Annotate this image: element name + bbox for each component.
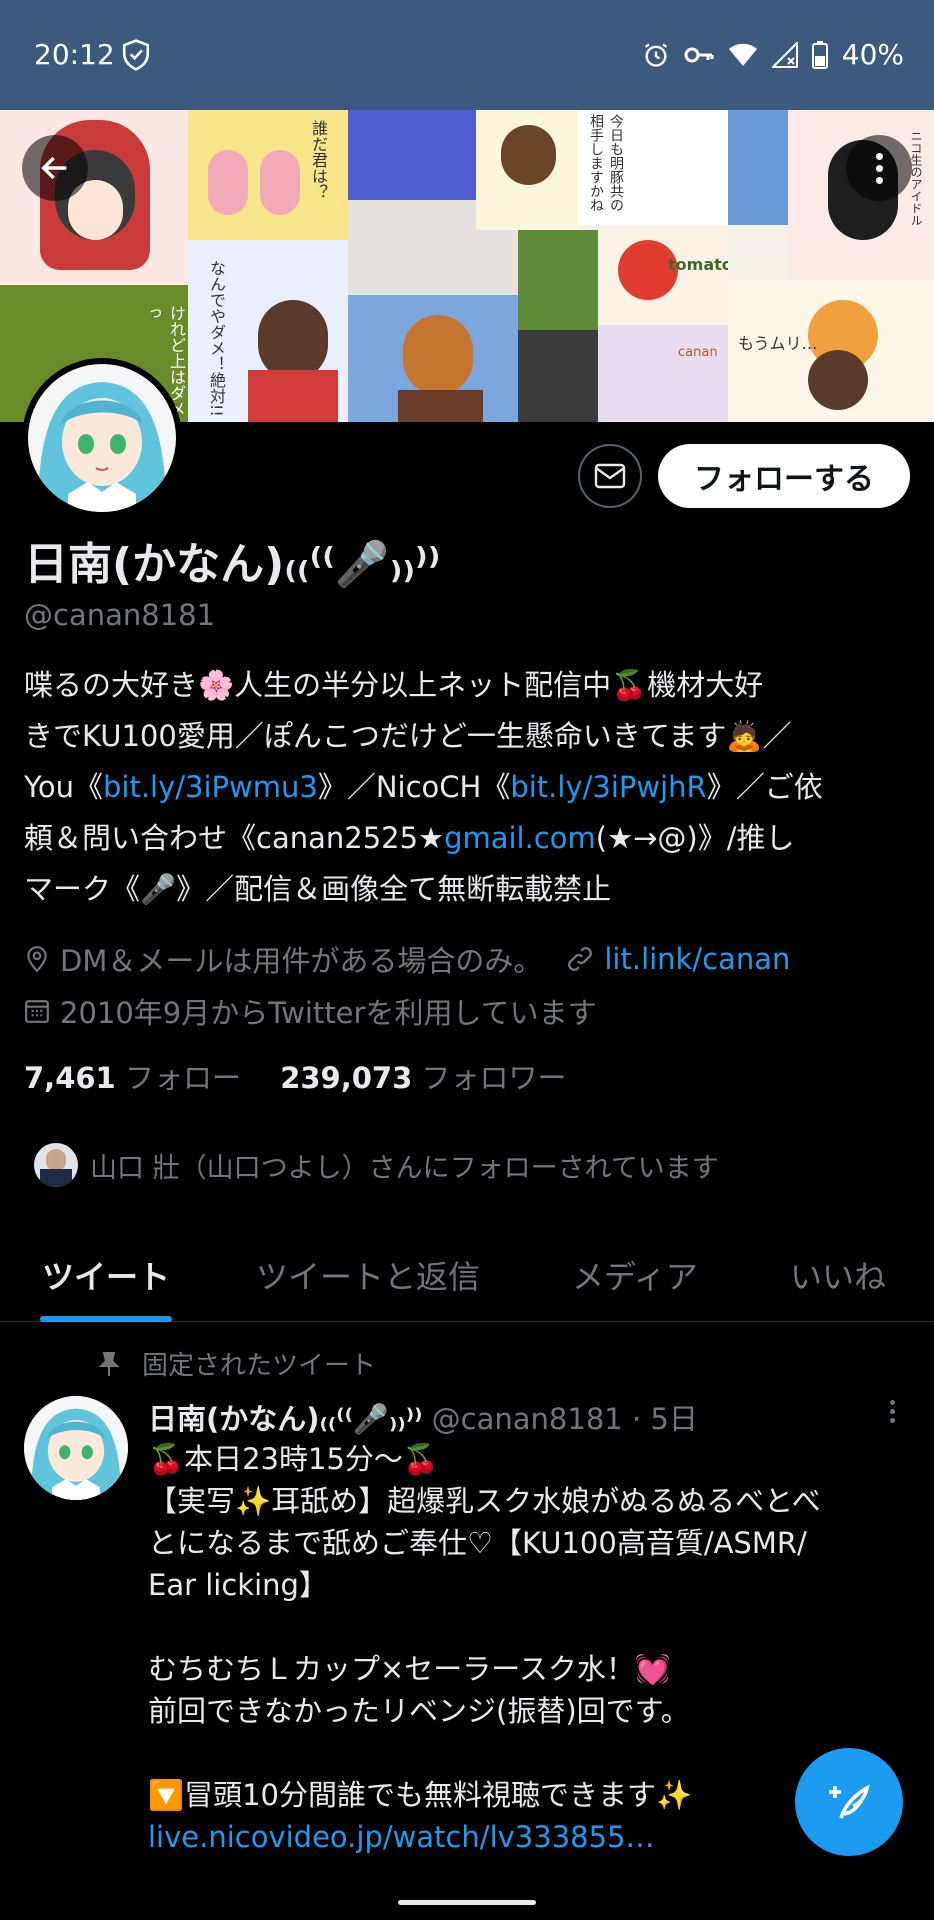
pin-icon bbox=[98, 1351, 120, 1376]
tweet-line: むちむちＬカップ×セーラースク水！💓 bbox=[148, 1652, 671, 1686]
followed-by-text: 山口 壯（山口つよし）さんにフォローされています bbox=[90, 1152, 719, 1184]
gmail-link[interactable]: gmail.com bbox=[444, 821, 596, 855]
banner-tile: 誰だ君は？ bbox=[188, 110, 348, 240]
tweet-line bbox=[148, 1732, 918, 1774]
active-tab-indicator bbox=[40, 1316, 172, 1322]
mail-icon bbox=[594, 463, 626, 489]
profile-meta-joined: 2010年9月からTwitterを利用しています bbox=[24, 990, 597, 1032]
follow-button[interactable]: フォローする bbox=[658, 444, 910, 508]
nicoch-link[interactable]: bit.ly/3iPwjhR bbox=[510, 770, 706, 804]
compose-tweet-icon bbox=[829, 1784, 870, 1819]
website-link[interactable]: lit.link/canan bbox=[604, 942, 790, 976]
banner-tile bbox=[0, 110, 188, 285]
profile-bio: 喋るの大好き🌸人生の半分以上ネット配信中🍒機材大好 きでKU100愛用／ぽんこつ… bbox=[24, 660, 914, 915]
banner-tile: なんでやダメ！絶対!! bbox=[188, 240, 348, 422]
profile-handle: @canan8181 bbox=[24, 598, 216, 632]
signal-icon bbox=[771, 41, 798, 68]
alarm-icon bbox=[644, 43, 667, 67]
key-icon bbox=[684, 47, 714, 62]
tweet-line: Ear licking】 bbox=[148, 1568, 328, 1602]
shield-icon bbox=[122, 39, 150, 71]
more-options-button[interactable] bbox=[846, 135, 912, 201]
tweet-author-meta: @canan8181 · 5日 bbox=[431, 1402, 698, 1436]
tweet-header: 日南(かなん)₍₍⁽⁽🎤₎₎⁾⁾ @canan8181 · 5日 bbox=[148, 1396, 698, 1438]
tweet-line: 【実写✨耳舐め】超爆乳スク水娘がぬるぬるべとべ bbox=[148, 1484, 821, 1518]
arrow-left-icon bbox=[41, 156, 67, 180]
link-icon bbox=[568, 947, 593, 971]
banner-tile: tomato? bbox=[598, 225, 728, 325]
banner-tile bbox=[348, 110, 476, 200]
tweet-author-name[interactable]: 日南(かなん)₍₍⁽⁽🎤₎₎⁾⁾ bbox=[148, 1402, 422, 1436]
tweet-author-avatar[interactable] bbox=[24, 1396, 128, 1500]
bio-line: 頼＆問い合わせ《canan2525★gmail.com(★→@)》/推し bbox=[24, 821, 795, 855]
tweet-more-button[interactable] bbox=[890, 1400, 895, 1423]
status-icons: 40% bbox=[642, 38, 904, 71]
message-button[interactable] bbox=[578, 444, 642, 508]
banner-tile bbox=[518, 330, 598, 422]
banner-tile bbox=[728, 110, 788, 225]
battery-level: 40% bbox=[841, 38, 904, 71]
avatar bbox=[34, 1143, 78, 1187]
tab-tweets[interactable]: ツイート bbox=[42, 1252, 170, 1298]
tab-media[interactable]: メディア bbox=[572, 1252, 698, 1298]
pinned-label: 固定されたツイート bbox=[98, 1345, 376, 1382]
back-button[interactable] bbox=[22, 135, 88, 201]
bio-line: You《bit.ly/3iPwmu3》／NicoCH《bit.ly/3iPwjh… bbox=[24, 770, 823, 804]
status-bar: 20:12 40% bbox=[0, 0, 934, 110]
profile-meta-location: DM＆メールは用件がある場合のみ。 lit.link/canan bbox=[24, 938, 790, 980]
calendar-icon bbox=[25, 1000, 49, 1023]
following-count-link[interactable]: 7,461 フォロー bbox=[24, 1061, 241, 1095]
tweet-line: 🍒本日23時15分～🍒 bbox=[148, 1442, 440, 1476]
followers-count-link[interactable]: 239,073 フォロワー bbox=[280, 1061, 566, 1095]
tab-likes[interactable]: いいね bbox=[790, 1252, 886, 1298]
wifi-icon bbox=[728, 43, 757, 66]
tab-tweets-and-replies[interactable]: ツイートと返信 bbox=[256, 1252, 480, 1298]
following-count: 7,461 bbox=[24, 1061, 116, 1095]
banner-tile bbox=[476, 110, 578, 230]
home-indicator[interactable] bbox=[398, 1900, 536, 1905]
battery-icon bbox=[811, 40, 828, 69]
profile-tabs: ツイート ツイートと返信 メディア いいね bbox=[0, 1240, 934, 1322]
followers-count: 239,073 bbox=[280, 1061, 413, 1095]
follow-counts: 7,461 フォロー 239,073 フォロワー bbox=[24, 1055, 567, 1097]
profile-avatar[interactable] bbox=[22, 358, 182, 518]
tweet-line: 前回できなかったリベンジ(振替)回です。 bbox=[148, 1694, 690, 1728]
banner-tile: canan bbox=[598, 325, 728, 422]
location-text: DM＆メールは用件がある場合のみ。 bbox=[60, 944, 543, 978]
bio-line: きでKU100愛用／ぽんこつだけど一生懸命いきてます🙇／ bbox=[24, 719, 792, 753]
avatar-image bbox=[28, 364, 176, 512]
more-vertical-icon bbox=[875, 152, 883, 160]
banner-tile: もうムリ… bbox=[728, 280, 934, 422]
tweet-line bbox=[148, 1606, 918, 1648]
compose-tweet-button[interactable] bbox=[795, 1748, 903, 1856]
banner-tile bbox=[348, 295, 518, 422]
status-time: 20:12 bbox=[34, 38, 115, 71]
avatar-image bbox=[24, 1396, 128, 1500]
location-icon bbox=[27, 946, 47, 973]
joined-text: 2010年9月からTwitterを利用しています bbox=[60, 996, 597, 1030]
tweet-line: とになるまで舐めご奉仕♡【KU100高音質/ASMR/ bbox=[148, 1526, 807, 1560]
bio-line: 喋るの大好き🌸人生の半分以上ネット配信中🍒機材大好 bbox=[24, 668, 764, 702]
youtube-link[interactable]: bit.ly/3iPwmu3 bbox=[103, 770, 318, 804]
profile-name: 日南(かなん)₍₍⁽⁽🎤₎₎⁾⁾ bbox=[24, 539, 441, 590]
bio-line: マーク《🎤》／配信＆画像全て無断転載禁止 bbox=[24, 872, 612, 906]
banner-tile: 今日も明豚共の相手しますかね bbox=[578, 110, 728, 225]
banner-tile bbox=[518, 230, 598, 330]
more-vertical-icon bbox=[890, 1400, 895, 1405]
followed-by[interactable]: 山口 壯（山口つよし）さんにフォローされています bbox=[34, 1143, 719, 1187]
